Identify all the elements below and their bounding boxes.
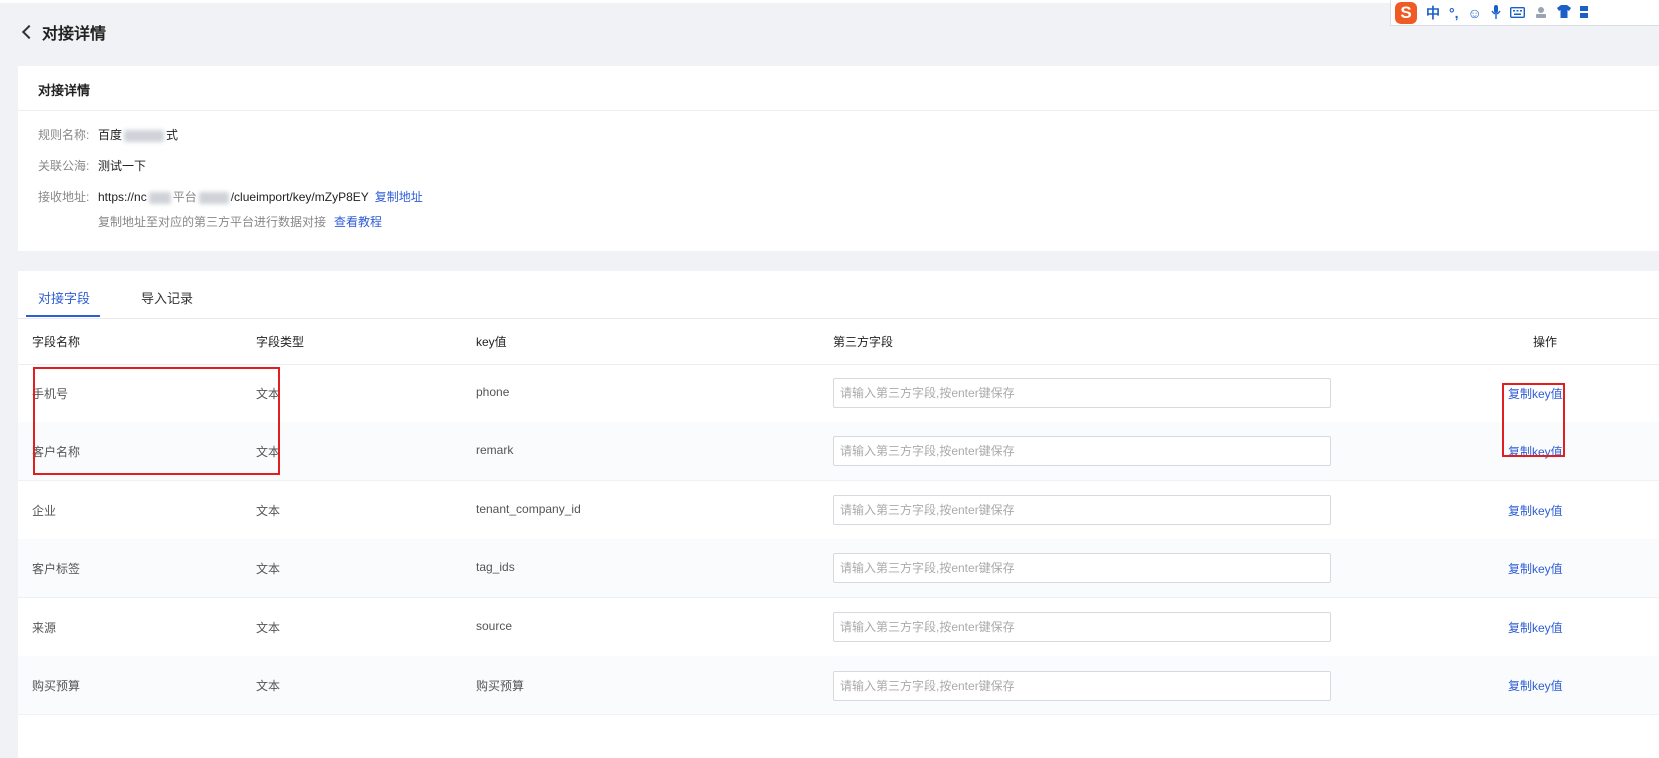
keyboard-icon[interactable] (1509, 6, 1525, 20)
field-type: 文本 (256, 445, 281, 459)
url-mid: 平台 (172, 190, 197, 204)
copy-key-link[interactable]: 复制key值 (1508, 502, 1563, 519)
copy-url-link[interactable]: 复制地址 (375, 188, 423, 205)
table-row: 购买预算 文本 购买预算 复制key值 (18, 656, 1659, 715)
url-value: https://nc 平台/clueimport/key/mZyP8EY (98, 188, 369, 205)
copy-key-link[interactable]: 复制key值 (1508, 443, 1563, 460)
chevron-left-icon (21, 24, 37, 40)
menu-icon[interactable] (1579, 5, 1588, 21)
table-row: 企业 文本 tenant_company_id 复制key值 (18, 481, 1659, 540)
tab-fields[interactable]: 对接字段 (38, 288, 90, 307)
ime-punct-toggle[interactable]: °, (1449, 6, 1459, 20)
emoji-icon[interactable]: ☺ (1468, 6, 1482, 20)
divider (18, 110, 1659, 111)
field-key: remark (476, 443, 514, 457)
field-type: 文本 (256, 562, 281, 576)
rule-name-label: 规则名称: (38, 128, 90, 142)
hint-row: 复制地址至对应的第三方平台进行数据对接 查看教程 (98, 213, 382, 230)
table-row: 来源 文本 source 复制key值 (18, 598, 1659, 657)
field-key: tenant_company_id (476, 502, 581, 516)
third-party-field-input[interactable] (833, 436, 1331, 466)
table-header: 字段名称 字段类型 key值 第三方字段 操作 (18, 319, 1659, 365)
tutorial-link[interactable]: 查看教程 (334, 213, 382, 230)
table-row: 手机号 文本 phone 复制key值 (18, 364, 1659, 423)
field-name: 来源 (32, 621, 57, 635)
pool-label: 关联公海: (38, 159, 90, 173)
copy-key-link[interactable]: 复制key值 (1508, 619, 1563, 636)
field-key: phone (476, 385, 510, 399)
ime-toolbar: S 中 °, ☺ (1390, 0, 1659, 26)
field-key: 购买预算 (476, 679, 525, 693)
active-tab-indicator (26, 315, 100, 317)
header-operation: 操作 (1533, 335, 1558, 349)
field-type: 文本 (256, 621, 281, 635)
pool-value: 测试一下 (98, 159, 147, 173)
url-label: 接收地址: (38, 190, 90, 204)
field-name: 企业 (32, 504, 57, 518)
hint-text: 复制地址至对应的第三方平台进行数据对接 (98, 215, 327, 229)
rule-name-value: 百度 式 (98, 126, 178, 143)
url-end: /clueimport/key/mZyP8EY (230, 190, 369, 204)
back-button[interactable]: 对接详情 (20, 20, 106, 44)
pool-row: 关联公海: 测试一下 (38, 157, 146, 174)
header-third-party: 第三方字段 (833, 335, 894, 349)
redacted-text (198, 191, 229, 204)
header-field-name: 字段名称 (32, 335, 81, 349)
detail-card-title: 对接详情 (38, 83, 91, 98)
rule-name-start: 百度 (98, 128, 123, 142)
field-type: 文本 (256, 387, 281, 401)
copy-key-link[interactable]: 复制key值 (1508, 677, 1563, 694)
redacted-text (148, 191, 171, 204)
skin-icon[interactable] (1556, 5, 1571, 20)
fields-card: 对接字段 导入记录 字段名称 字段类型 key值 第三方字段 操作 手机号 文本… (18, 271, 1659, 758)
copy-key-link[interactable]: 复制key值 (1508, 560, 1563, 577)
field-name: 客户名称 (32, 445, 81, 459)
third-party-field-input[interactable] (833, 553, 1331, 583)
table-row: 客户名称 文本 remark 复制key值 (18, 422, 1659, 481)
tab-bar: 对接字段 导入记录 (18, 271, 1659, 319)
third-party-field-input[interactable] (833, 612, 1331, 642)
field-name: 购买预算 (32, 679, 81, 693)
field-key: source (476, 619, 513, 633)
rule-name-row: 规则名称: 百度 式 (38, 126, 178, 143)
page-title: 对接详情 (42, 26, 107, 43)
copy-key-link[interactable]: 复制key值 (1508, 385, 1563, 402)
url-row: 接收地址: https://nc 平台/clueimport/key/mZyP8E… (38, 188, 423, 205)
tools-icon[interactable] (1534, 5, 1548, 21)
header-field-type: 字段类型 (256, 335, 305, 349)
field-name: 手机号 (32, 387, 69, 401)
table-row: 客户标签 文本 tag_ids 复制key值 (18, 539, 1659, 598)
third-party-field-input[interactable] (833, 495, 1331, 525)
redacted-text (124, 129, 165, 142)
rule-name-end: 式 (166, 128, 179, 142)
tab-import-records[interactable]: 导入记录 (141, 288, 193, 307)
third-party-field-input[interactable] (833, 378, 1331, 408)
header-key: key值 (476, 335, 507, 349)
field-type: 文本 (256, 679, 281, 693)
field-type: 文本 (256, 504, 281, 518)
sogou-logo-icon[interactable]: S (1395, 1, 1417, 24)
mic-icon[interactable] (1491, 4, 1501, 21)
detail-card: 对接详情 规则名称: 百度 式 关联公海: 测试一下 接收地址: https://… (18, 66, 1659, 251)
third-party-field-input[interactable] (833, 671, 1331, 701)
field-name: 客户标签 (32, 562, 81, 576)
ime-language-toggle[interactable]: 中 (1426, 6, 1440, 20)
url-start: https://nc (98, 190, 147, 204)
field-key: tag_ids (476, 560, 515, 574)
